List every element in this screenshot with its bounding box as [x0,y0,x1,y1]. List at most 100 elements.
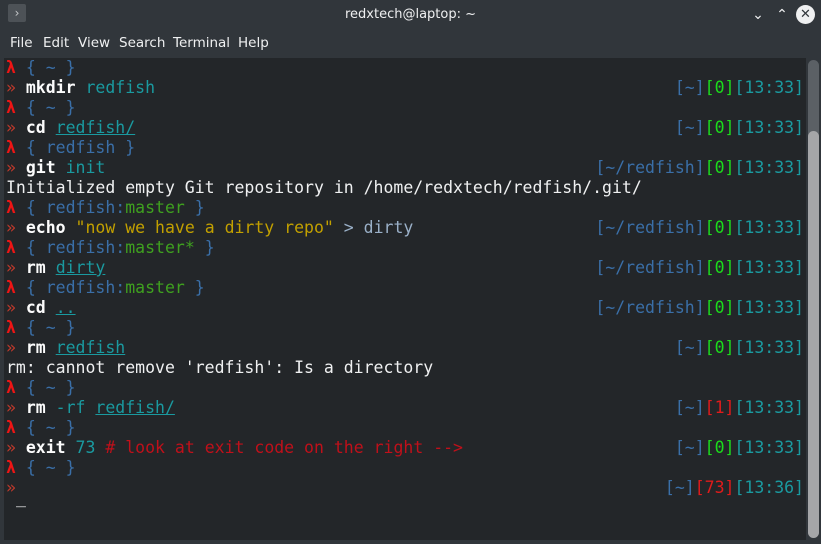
command-flag: -rf [45,398,96,417]
rprompt-exit-code: [0] [704,258,735,277]
right-prompt: [~][73][13:36] [665,478,804,498]
command-name: cd [25,118,46,137]
menu-edit[interactable]: Edit [43,29,69,58]
prompt-context-line: λ { ~ } [6,378,76,398]
lambda-icon: λ [6,418,16,437]
chevron-icon: » [6,438,16,457]
command-string-arg: "now we have a dirty repo" [65,218,334,237]
context-dir: { ~ } [15,418,76,437]
command-line: » cd redfish/ [6,118,135,138]
command-line: » mkdir redfish [6,78,155,98]
maximize-button[interactable]: ⌃ [772,5,792,25]
command-path-arg[interactable]: .. [56,298,76,317]
rprompt-dir: [~] [674,118,705,137]
right-prompt: [~][0][13:33] [675,438,804,458]
minimize-button[interactable]: ⌄ [748,5,768,25]
rprompt-exit-code: [0] [704,298,735,317]
chevron-icon: » [6,398,16,417]
rprompt-dir: [~] [674,78,705,97]
rprompt-exit-code: [0] [704,338,735,357]
command-name: rm [25,398,46,417]
command-name: rm [25,258,46,277]
chevron-icon: » [6,218,16,237]
rprompt-time: [13:33] [734,338,804,357]
rprompt-exit-code: [0] [704,218,735,237]
rprompt-exit-code: [0] [704,158,735,177]
command-path-arg[interactable]: dirty [56,258,106,277]
menu-file[interactable]: File [10,29,33,58]
command-name: echo [25,218,66,237]
cursor-line: _ [6,488,26,508]
lambda-icon: λ [6,458,16,477]
chevron-icon: » [6,158,16,177]
context-dir: { ~ } [15,458,76,477]
menu-help[interactable]: Help [238,29,269,58]
vertical-scrollbar[interactable] [806,58,821,540]
command-path-arg[interactable]: redfish [56,338,126,357]
prompt-context-line: λ { ~ } [6,458,76,478]
command-path-arg[interactable]: redfish/ [95,398,174,417]
rprompt-time: [13:33] [734,398,804,417]
rprompt-dir: [~] [664,478,695,497]
chevron-icon: » [6,118,16,137]
lambda-icon: λ [6,198,16,217]
chevron-icon: » [6,258,16,277]
lambda-icon: λ [6,318,16,337]
chevron-down-icon: ⌄ [752,7,764,23]
rprompt-dir: [~] [674,438,705,457]
command-line: » rm redfish [6,338,125,358]
rprompt-time: [13:33] [734,258,804,277]
command-line: » rm dirty [6,258,105,278]
right-prompt: [~][0][13:33] [675,338,804,358]
rprompt-exit-code: [73] [694,478,735,497]
rprompt-time: [13:36] [734,478,804,497]
prompt-context-line: λ { ~ } [6,418,76,438]
lambda-icon: λ [6,238,16,257]
scrollbar-thumb[interactable] [808,131,819,538]
menu-search[interactable]: Search [119,29,165,58]
lambda-icon: λ [6,378,16,397]
right-prompt: [~][1][13:33] [675,398,804,418]
chevron-icon: » [6,298,16,317]
context-dir: { ~ } [15,318,76,337]
prompt-context-line: λ { redfish } [6,138,136,157]
rprompt-time: [13:33] [734,218,804,237]
menu-view[interactable]: View [78,29,110,58]
context-dir: redfish: [45,198,126,217]
command-line: » git init [6,158,105,178]
rprompt-exit-code: [0] [704,438,735,457]
command-name: mkdir [25,78,76,97]
text-cursor: _ [15,488,26,507]
rprompt-time: [13:33] [734,78,804,97]
command-comment: # look at exit code on the right --> [95,438,463,457]
chevron-icon: » [6,78,16,97]
prompt-context-line: λ { ~ } [6,98,76,118]
rprompt-time: [13:33] [734,118,804,137]
command-output: Initialized empty Git repository in /hom… [6,178,642,197]
terminal-output[interactable]: λ { ~ } » mkdir redfish λ { ~ } » cd red… [4,58,806,540]
prompt-context-line: λ { ~ } [6,318,76,338]
window-title: redxtech@laptop: ~ [344,7,477,22]
command-path-arg[interactable]: redfish/ [56,118,135,137]
context-dir: redfish: [45,278,126,297]
context-dir: { ~ } [15,378,76,397]
rprompt-exit-code: [1] [704,398,735,417]
prompt-context-line: λ { redfish:master* } [6,238,215,257]
context-dir: { ~ } [15,58,76,77]
prompt-context-line: λ { redfish:master } [6,198,205,217]
command-output: rm: cannot remove 'redfish': Is a direct… [6,358,434,377]
right-prompt: [~/redfish][0][13:33] [595,158,804,178]
menu-bar: File Edit View Search Terminal Help [0,29,821,58]
right-prompt: [~/redfish][0][13:33] [595,298,804,318]
rprompt-exit-code: [0] [704,118,735,137]
menu-terminal[interactable]: Terminal [173,29,230,58]
rprompt-dir: [~/redfish] [595,158,705,177]
git-branch: master [125,278,185,297]
command-arg: 73 [65,438,96,457]
git-branch: master* [125,238,195,257]
command-redirect: > dirty [333,218,414,237]
command-arg: redfish [75,78,156,97]
chevron-up-icon: ⌃ [776,7,788,23]
close-button[interactable]: ✕ [796,5,815,24]
command-arg: init [55,158,106,177]
